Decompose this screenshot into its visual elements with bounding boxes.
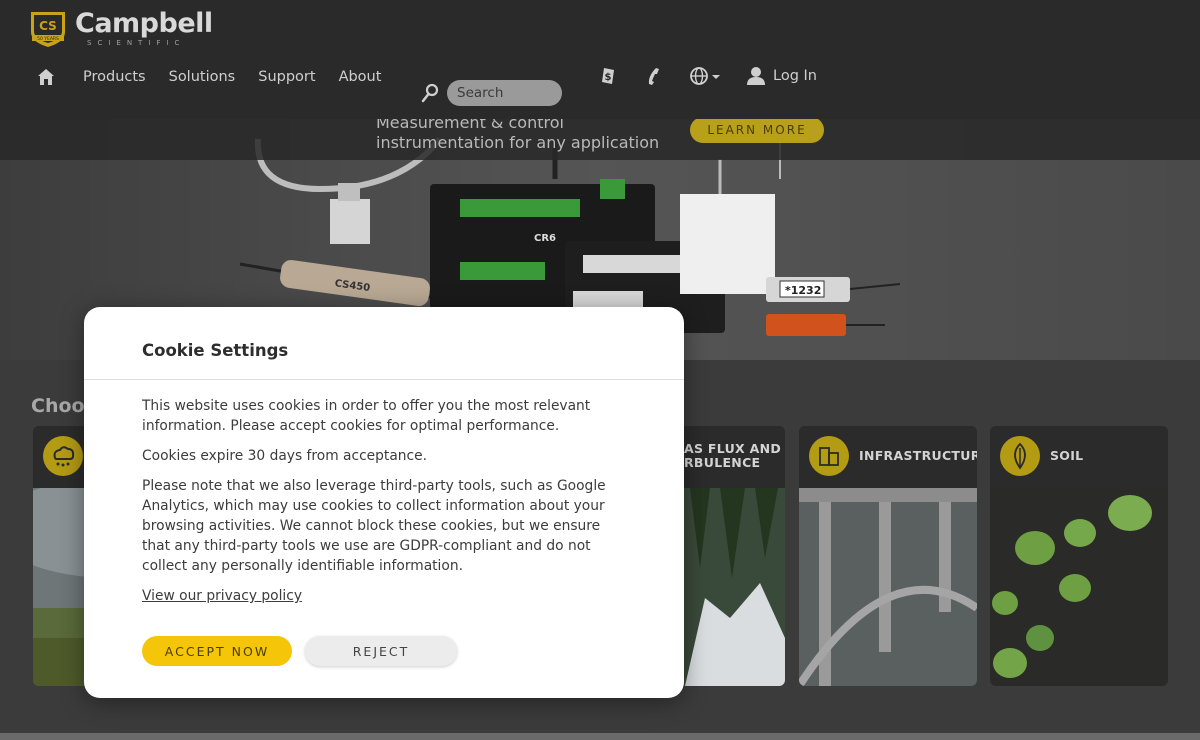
accept-cookies-button[interactable]: ACCEPT NOW — [142, 636, 292, 666]
cookie-paragraph-1: This website uses cookies in order to of… — [142, 398, 591, 434]
svg-text:CR6: CR6 — [534, 233, 556, 244]
footer-strip — [0, 733, 1200, 740]
user-icon — [747, 67, 765, 85]
home-icon[interactable] — [37, 68, 55, 86]
card-flux-label: AS FLUX AND RBULENCE — [684, 441, 782, 470]
nav-about[interactable]: About — [339, 69, 382, 85]
cookie-dialog-divider — [84, 379, 684, 380]
login-link[interactable]: Log In — [747, 66, 817, 86]
phone-icon[interactable] — [644, 66, 664, 86]
svg-text:CS: CS — [39, 19, 57, 33]
svg-text:50 YEARS: 50 YEARS — [37, 36, 59, 42]
svg-text:*1232: *1232 — [785, 284, 821, 297]
weather-cloud-icon — [43, 436, 83, 476]
cookie-dialog-title: Cookie Settings — [142, 341, 289, 360]
card-soil-image — [990, 488, 1168, 686]
card-soil-label: SOIL — [1050, 448, 1084, 463]
cookie-settings-dialog: Cookie Settings This website uses cookie… — [84, 307, 684, 698]
svg-text:$: $ — [605, 72, 612, 83]
cookie-dialog-body: This website uses cookies in order to of… — [142, 396, 632, 616]
main-nav: Products Solutions Support About — [37, 66, 404, 88]
price-tag-icon[interactable]: $ — [598, 66, 618, 86]
card-infrastructure[interactable]: INFRASTRUCTURE — [799, 426, 977, 686]
nav-solutions[interactable]: Solutions — [169, 69, 236, 85]
login-label: Log In — [773, 68, 817, 84]
cookie-paragraph-2: Cookies expire 30 days from acceptance. — [142, 448, 427, 464]
globe-icon[interactable] — [689, 66, 721, 86]
campbell-logo[interactable]: CS 50 YEARS Campbell SCIENTIFIC — [27, 8, 213, 48]
card-infrastructure-label: INFRASTRUCTURE — [859, 448, 977, 463]
cookie-paragraph-3: Please note that we also leverage third-… — [142, 478, 606, 574]
brand-name: Campbell — [75, 7, 213, 39]
hero-headline: Measurement & control instrumentation fo… — [376, 119, 660, 152]
privacy-policy-link[interactable]: View our privacy policy — [142, 588, 302, 604]
site-header: CS 50 YEARS Campbell SCIENTIFIC Products… — [0, 0, 1200, 119]
reject-cookies-button[interactable]: REJECT — [305, 636, 457, 666]
card-infrastructure-image — [799, 488, 977, 686]
nav-support[interactable]: Support — [258, 69, 315, 85]
search-icon[interactable] — [421, 83, 439, 103]
building-icon — [809, 436, 849, 476]
card-soil[interactable]: SOIL — [990, 426, 1168, 686]
search-bar — [421, 80, 562, 106]
learn-more-button[interactable]: LEARN MORE — [690, 119, 824, 143]
brand-tagline: SCIENTIFIC — [87, 38, 186, 47]
search-input[interactable] — [447, 80, 562, 106]
leaf-icon — [1000, 436, 1040, 476]
nav-products[interactable]: Products — [83, 69, 146, 85]
logo-badge: CS 50 YEARS — [27, 8, 69, 48]
